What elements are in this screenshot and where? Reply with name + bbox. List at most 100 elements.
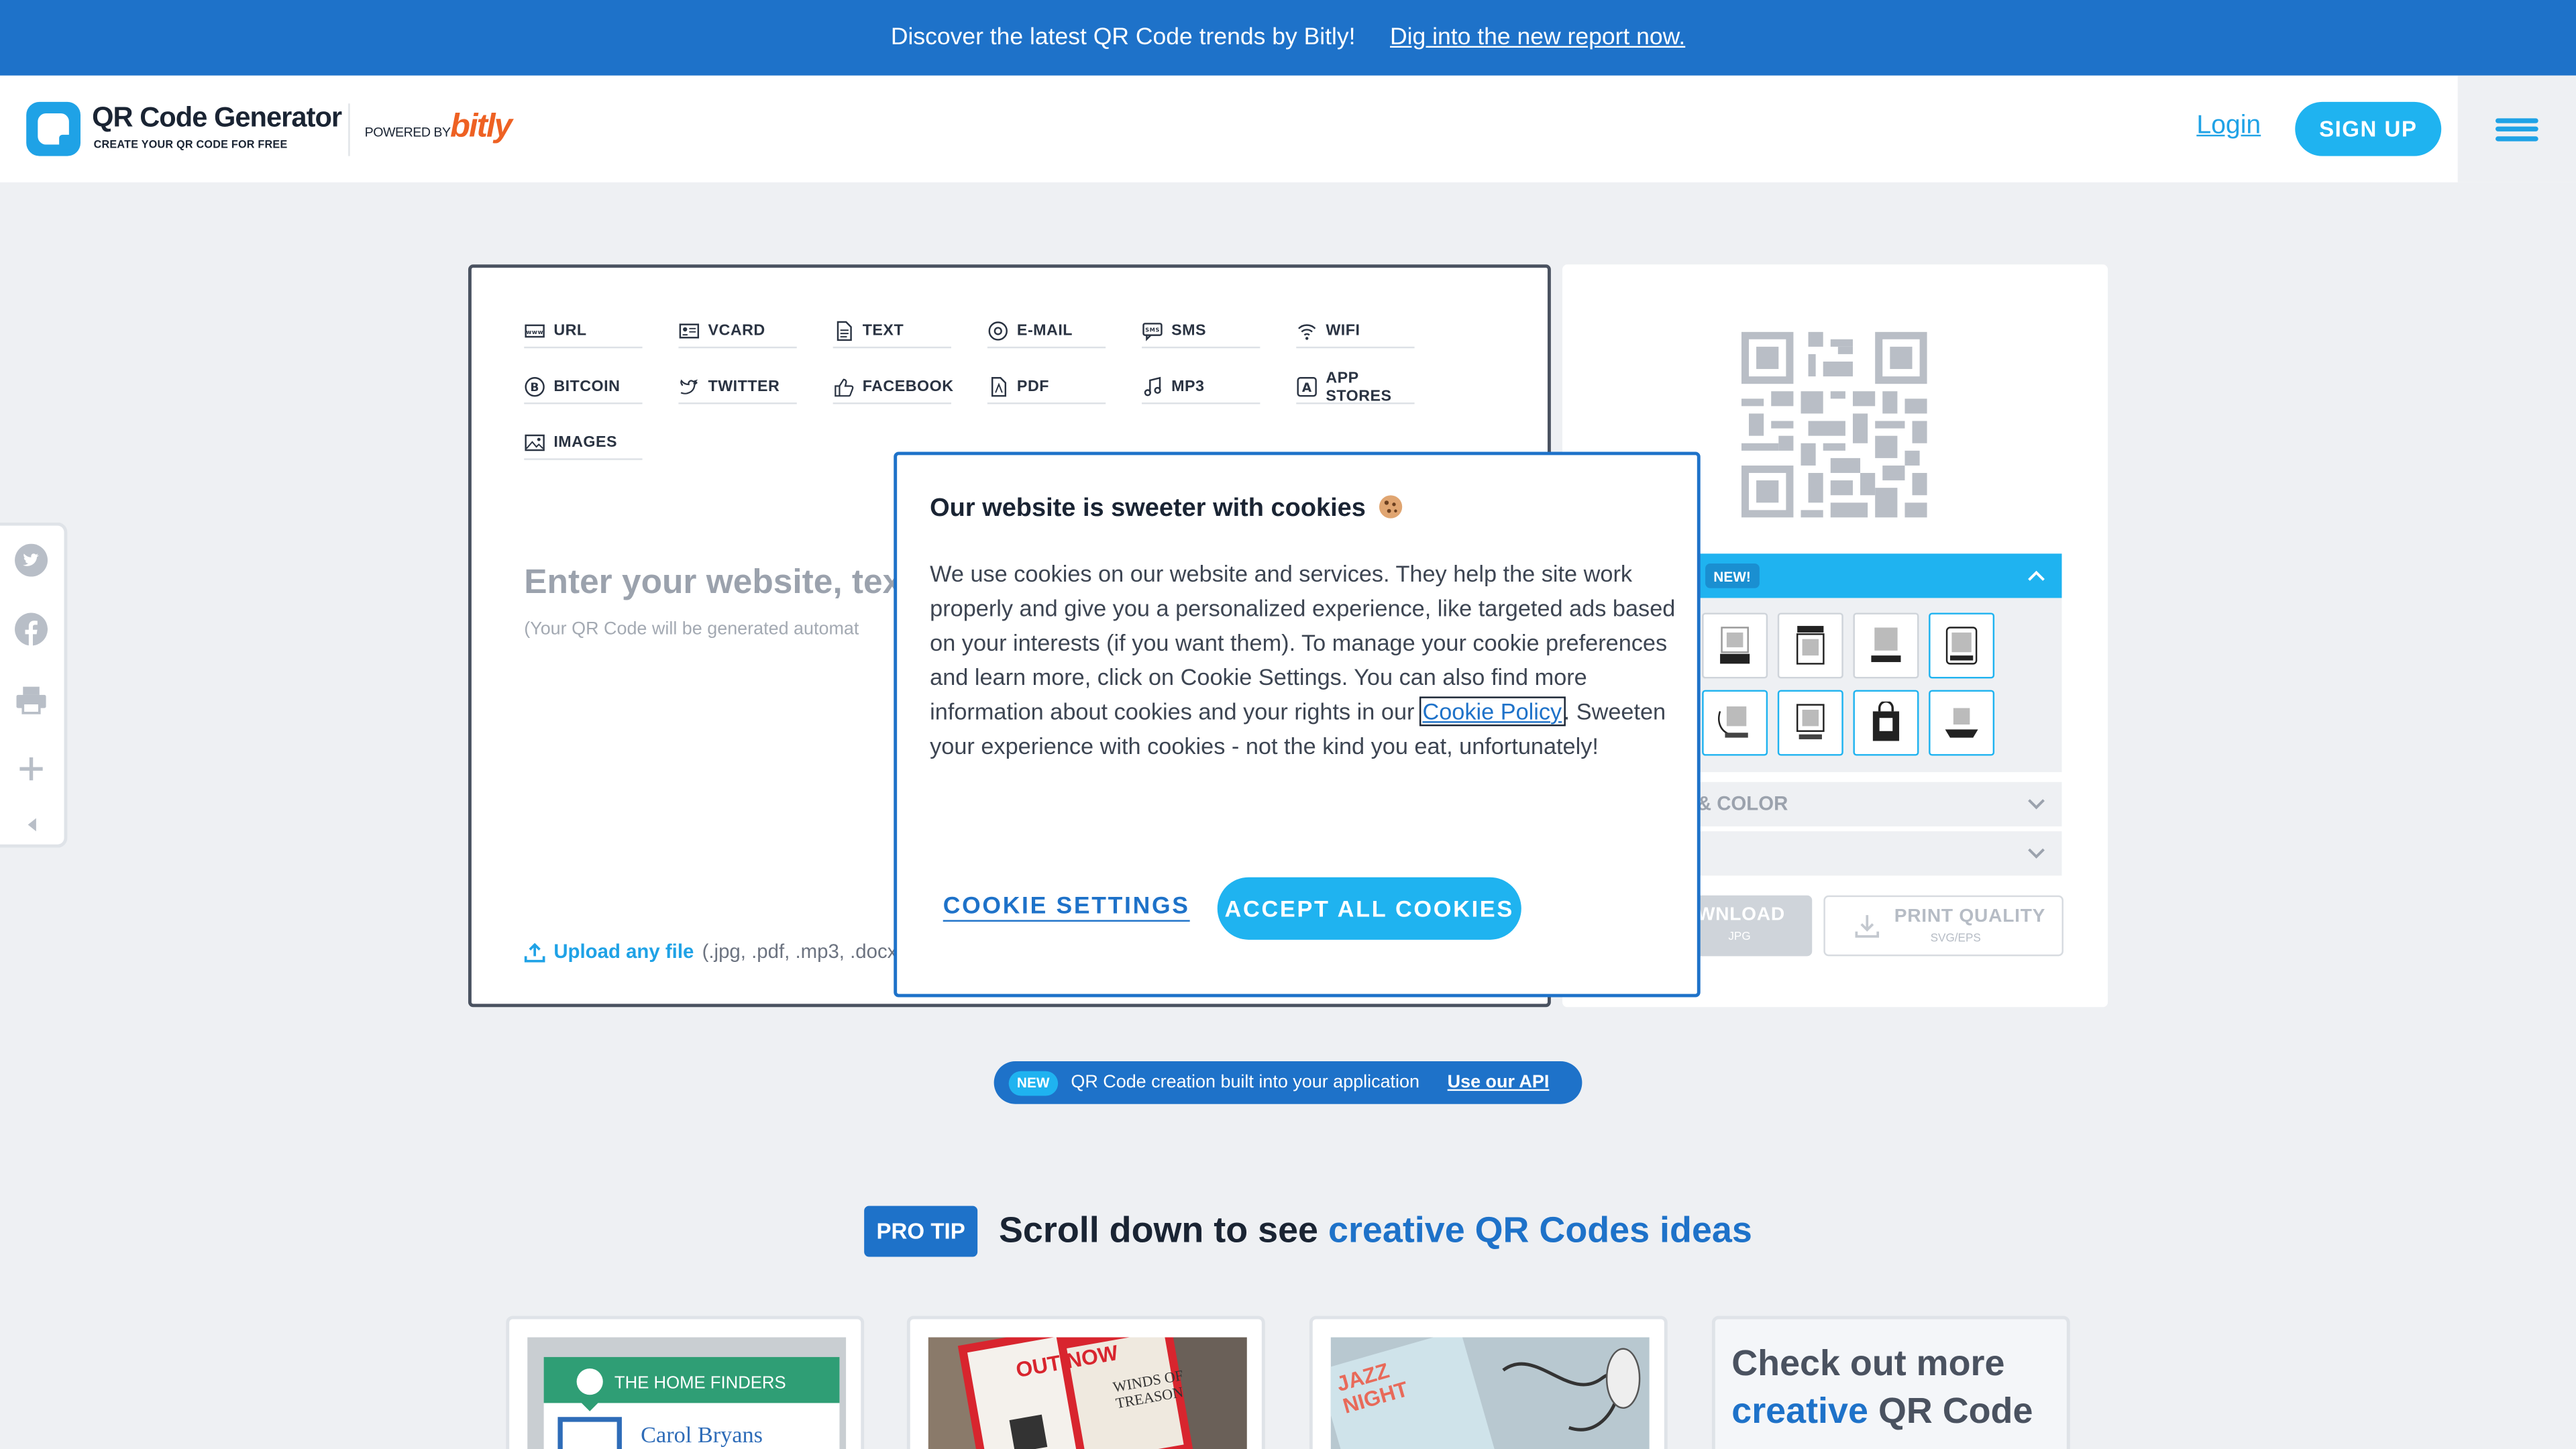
text-icon	[837, 321, 852, 341]
twitter-share-icon[interactable]	[15, 543, 48, 577]
vcard-icon	[679, 323, 700, 339]
svg-text:www: www	[526, 329, 543, 336]
twitter-icon	[680, 379, 698, 394]
powered-by-label: POWERED BY	[364, 125, 451, 140]
logo-title[interactable]: QR Code Generator	[92, 102, 342, 135]
qr-code-preview	[1741, 331, 1927, 518]
tab-facebook[interactable]: FACEBOOK	[833, 371, 953, 405]
api-new-badge: NEW	[1008, 1070, 1058, 1095]
announcement-text: Discover the latest QR Code trends by Bi…	[890, 24, 1356, 51]
input-hint: (Your QR Code will be generated automat	[524, 619, 859, 639]
bitcoin-icon: B	[525, 377, 545, 397]
tab-vcard[interactable]: VCARD	[678, 315, 797, 349]
idea-card-jazz[interactable]: JAZZ NIGHT	[1309, 1316, 1668, 1449]
menu-button[interactable]	[2457, 75, 2576, 182]
share-sidebar	[0, 522, 68, 848]
signup-button[interactable]: SIGN UP	[2295, 101, 2442, 156]
cookie-policy-link[interactable]: Cookie Policy	[1419, 696, 1566, 727]
download-button[interactable]: WNLOAD JPG	[1693, 895, 1813, 957]
tab-app-stores[interactable]: A APP STORES	[1296, 368, 1415, 405]
tab-wifi[interactable]: WIFI	[1296, 315, 1415, 349]
print-quality-button[interactable]: PRINT QUALITY SVG/EPS	[1823, 895, 2063, 957]
frame-option[interactable]	[1702, 612, 1768, 679]
chevron-up-icon	[2028, 570, 2045, 581]
api-link[interactable]: Use our API	[1448, 1073, 1550, 1092]
cookie-title: Our website is sweeter with cookies	[930, 494, 1402, 524]
frame-option[interactable]	[1929, 690, 1995, 756]
card1-brand: THE HOME FINDERS	[614, 1373, 786, 1393]
announcement-bar: Discover the latest QR Code trends by Bi…	[0, 0, 2576, 76]
frame-option[interactable]	[1777, 612, 1843, 679]
pdf-icon	[991, 377, 1007, 397]
tab-mp3[interactable]: MP3	[1142, 371, 1260, 405]
tab-label: IMAGES	[553, 433, 618, 452]
email-icon	[988, 321, 1008, 341]
more-ideas-title[interactable]: Check out more creative QR Code	[1731, 1339, 2060, 1434]
frame-option[interactable]	[1777, 690, 1843, 756]
svg-text:A: A	[1302, 381, 1312, 395]
print-quality-format: SVG/EPS	[1930, 933, 1981, 945]
upload-label[interactable]: Upload any file	[553, 940, 694, 963]
download-icon	[1855, 915, 1880, 938]
cookie-icon	[1379, 495, 1402, 519]
accept-all-cookies-button[interactable]: ACCEPT ALL COOKIES	[1217, 877, 1521, 940]
new-badge: NEW!	[1705, 564, 1760, 588]
idea-card-business-card[interactable]: THE HOME FINDERS Carol Bryans	[506, 1316, 865, 1449]
facebook-share-icon[interactable]	[15, 612, 48, 646]
pro-tip-heading: Scroll down to see creative QR Codes ide…	[998, 1209, 1752, 1250]
tab-text[interactable]: TEXT	[833, 315, 951, 349]
hamburger-icon	[2496, 113, 2538, 145]
collapse-sidebar-icon[interactable]	[23, 815, 42, 835]
tab-label: BITCOIN	[553, 378, 621, 396]
card1-name: Carol Bryans	[641, 1424, 763, 1449]
cookie-settings-button[interactable]: COOKIE SETTINGS	[943, 894, 1190, 920]
logo-subtitle: CREATE YOUR QR CODE FOR FREE	[93, 140, 288, 152]
frame-options	[1693, 598, 2062, 773]
logo-divider	[348, 103, 350, 156]
frame-option[interactable]	[1702, 690, 1768, 756]
more-share-icon[interactable]	[15, 753, 48, 786]
tab-twitter[interactable]: TWITTER	[678, 371, 797, 405]
tab-label: PDF	[1016, 378, 1049, 396]
login-link[interactable]: Login	[2196, 112, 2261, 142]
qr-logo-icon[interactable]	[26, 101, 81, 156]
sms-icon: SMS	[1142, 323, 1163, 341]
images-icon	[525, 434, 545, 451]
idea-card-book[interactable]: OUT NOW WINDS OF TREASON	[906, 1316, 1265, 1449]
frame-option[interactable]	[1853, 612, 1919, 679]
mp3-icon	[1144, 376, 1161, 396]
tab-label: VCARD	[708, 322, 765, 340]
tab-pdf[interactable]: PDF	[987, 371, 1106, 405]
shape-color-accordion[interactable]: & COLOR	[1693, 782, 2062, 826]
wifi-icon	[1298, 324, 1316, 340]
tab-bitcoin[interactable]: B BITCOIN	[524, 371, 643, 405]
api-banner-text: QR Code creation built into your applica…	[1071, 1073, 1420, 1093]
print-quality-label: PRINT QUALITY	[1894, 906, 2046, 927]
announcement-link[interactable]: Dig into the new report now.	[1390, 25, 1685, 51]
tab-images[interactable]: IMAGES	[524, 427, 643, 460]
cookie-description: We use cookies on our website and servic…	[930, 560, 1676, 759]
chevron-down-icon	[2028, 799, 2045, 810]
tab-label: APP STORES	[1326, 368, 1392, 405]
facebook-icon	[835, 378, 854, 397]
logo-accordion[interactable]	[1693, 831, 2062, 876]
upload-icon	[524, 942, 545, 962]
tab-url[interactable]: www URL	[524, 315, 643, 349]
url-input[interactable]: Enter your website, text	[524, 564, 913, 603]
frame-option[interactable]	[1853, 690, 1919, 756]
app-stores-icon: A	[1297, 377, 1317, 397]
frame-option-selected[interactable]	[1929, 612, 1995, 679]
pro-tip-badge: PRO TIP	[864, 1205, 978, 1257]
tab-sms[interactable]: SMS SMS	[1142, 315, 1260, 349]
upload-file[interactable]: Upload any file (.jpg, .pdf, .mp3, .docx	[524, 940, 897, 963]
tab-e-mail[interactable]: E-MAIL	[987, 315, 1106, 349]
bitly-logo[interactable]: bitly	[450, 109, 513, 146]
print-icon[interactable]	[15, 684, 48, 716]
api-banner[interactable]: NEW QR Code creation built into your app…	[994, 1061, 1582, 1104]
url-icon: www	[525, 324, 545, 338]
tab-label: SMS	[1171, 322, 1207, 340]
frame-section-header[interactable]: NEW!	[1693, 553, 2062, 598]
upload-extensions: (.jpg, .pdf, .mp3, .docx	[702, 939, 898, 963]
tab-label: MP3	[1171, 378, 1205, 396]
tab-label: E-MAIL	[1016, 322, 1073, 340]
